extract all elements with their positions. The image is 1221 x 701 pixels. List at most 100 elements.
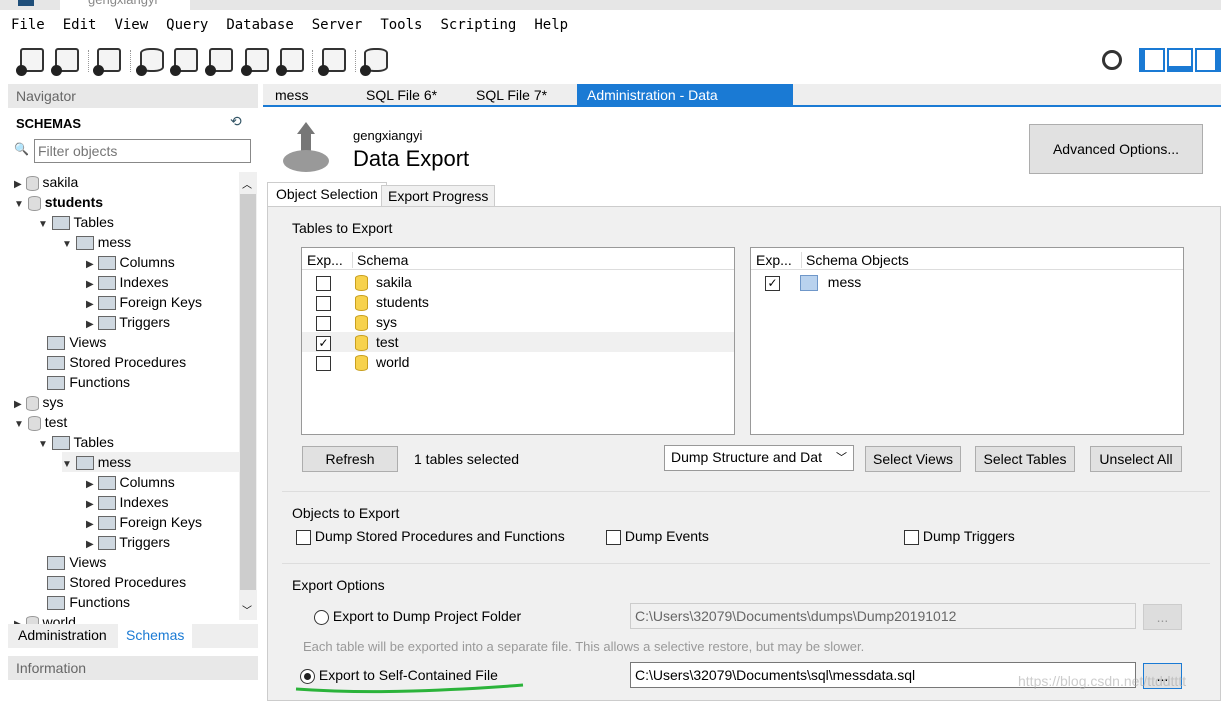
- refresh-schemas-icon[interactable]: ⟲: [230, 113, 242, 130]
- tree-item[interactable]: ▼ Tables: [38, 212, 114, 232]
- tab-sql-file-7[interactable]: SQL File 7*: [466, 84, 557, 106]
- column-header-export[interactable]: Exp...: [756, 252, 792, 268]
- export-to-folder-radio[interactable]: Export to Dump Project Folder: [314, 608, 521, 625]
- collapse-toggle-icon[interactable]: ▶: [86, 539, 94, 550]
- schema-checkbox[interactable]: ✓: [316, 335, 331, 351]
- expand-toggle-icon[interactable]: ▼: [38, 439, 48, 450]
- schema-checkbox[interactable]: [316, 275, 331, 291]
- menu-query[interactable]: Query: [166, 12, 208, 40]
- list-item[interactable]: ✓ mess: [755, 272, 861, 292]
- list-item[interactable]: world: [302, 352, 734, 372]
- toggle-sidebar-icon[interactable]: [1139, 48, 1165, 72]
- list-item[interactable]: sys: [302, 312, 734, 332]
- advanced-options-button[interactable]: Advanced Options...: [1029, 124, 1203, 174]
- toggle-secondary-sidebar-icon[interactable]: [1195, 48, 1221, 72]
- collapse-toggle-icon[interactable]: ▶: [86, 259, 94, 270]
- collapse-toggle-icon[interactable]: ▶: [86, 499, 94, 510]
- tree-item[interactable]: ▶ Indexes: [86, 272, 169, 292]
- select-tables-button[interactable]: Select Tables: [975, 446, 1075, 472]
- tree-item[interactable]: Functions: [38, 372, 130, 392]
- list-item[interactable]: students: [302, 292, 734, 312]
- tree-item[interactable]: ▶ Foreign Keys: [86, 512, 202, 532]
- tree-item[interactable]: ▶ sakila: [14, 172, 78, 192]
- expand-toggle-icon[interactable]: ▼: [62, 239, 72, 250]
- create-table-icon[interactable]: [170, 48, 198, 76]
- schema-checkbox[interactable]: [316, 355, 331, 371]
- expand-toggle-icon[interactable]: ▼: [14, 419, 24, 430]
- schema-checkbox[interactable]: [316, 295, 331, 311]
- collapse-toggle-icon[interactable]: [38, 359, 44, 370]
- filter-objects-input[interactable]: [34, 139, 251, 163]
- search-table-data-icon[interactable]: [318, 48, 346, 76]
- tab-mess[interactable]: mess: [265, 84, 318, 106]
- dump-mode-select[interactable]: Dump Structure and Dat ﹀: [664, 445, 854, 471]
- collapse-toggle-icon[interactable]: ▶: [86, 299, 94, 310]
- collapse-toggle-icon[interactable]: ▶: [86, 279, 94, 290]
- create-procedure-icon[interactable]: [241, 48, 269, 76]
- tree-item[interactable]: ▶ Indexes: [86, 492, 169, 512]
- new-sql-tab-icon[interactable]: [16, 48, 44, 76]
- folder-path-input[interactable]: C:\Users\32079\Documents\dumps\Dump20191…: [630, 603, 1136, 629]
- tree-item[interactable]: ▶ Triggers: [86, 312, 170, 332]
- tree-item[interactable]: ▼ mess: [62, 452, 242, 472]
- create-schema-icon[interactable]: [136, 48, 164, 76]
- tree-item[interactable]: Functions: [38, 592, 130, 612]
- subtab-object-selection[interactable]: Object Selection: [267, 182, 387, 207]
- menu-edit[interactable]: Edit: [63, 12, 97, 40]
- tree-item[interactable]: ▶ Columns: [86, 472, 175, 492]
- create-view-icon[interactable]: [205, 48, 233, 76]
- expand-toggle-icon[interactable]: ▼: [38, 219, 48, 230]
- tree-item[interactable]: ▼ students: [14, 192, 103, 212]
- tab-data-export[interactable]: Administration - Data Export✕: [577, 84, 793, 125]
- collapse-toggle-icon[interactable]: [38, 599, 44, 610]
- collapse-toggle-icon[interactable]: ▶: [14, 399, 22, 410]
- refresh-button[interactable]: Refresh: [302, 446, 398, 472]
- dump-events-checkbox[interactable]: Dump Events: [606, 528, 709, 545]
- menu-tools[interactable]: Tools: [380, 12, 422, 40]
- open-sql-file-icon[interactable]: [51, 48, 79, 76]
- browse-folder-button[interactable]: ...: [1143, 604, 1182, 630]
- expand-toggle-icon[interactable]: ▼: [14, 199, 24, 210]
- tree-item[interactable]: ▼ mess: [62, 232, 131, 252]
- tree-item[interactable]: ▶ Columns: [86, 252, 175, 272]
- unselect-all-button[interactable]: Unselect All: [1090, 446, 1182, 472]
- collapse-toggle-icon[interactable]: [38, 339, 44, 350]
- tree-item[interactable]: Stored Procedures: [38, 352, 186, 372]
- select-views-button[interactable]: Select Views: [865, 446, 961, 472]
- tree-item[interactable]: ▶ Foreign Keys: [86, 292, 202, 312]
- inspector-icon[interactable]: [93, 48, 121, 76]
- tree-scrollbar[interactable]: ︿ ﹀: [239, 172, 257, 620]
- tree-item[interactable]: Stored Procedures: [38, 572, 186, 592]
- list-item[interactable]: sakila: [302, 272, 734, 292]
- collapse-toggle-icon[interactable]: ▶: [86, 319, 94, 330]
- menu-server[interactable]: Server: [312, 12, 363, 40]
- tree-item[interactable]: Views: [38, 552, 106, 572]
- object-checkbox[interactable]: ✓: [765, 275, 780, 291]
- scrollbar-thumb[interactable]: [240, 194, 256, 590]
- menu-file[interactable]: File: [11, 12, 45, 40]
- menu-database[interactable]: Database: [226, 12, 293, 40]
- toggle-output-icon[interactable]: [1167, 48, 1193, 72]
- tab-sql-file-6[interactable]: SQL File 6*: [356, 84, 447, 106]
- tree-item[interactable]: ▶ sys: [14, 392, 63, 412]
- dump-triggers-checkbox[interactable]: Dump Triggers: [904, 528, 1015, 545]
- tree-item[interactable]: ▼ Tables: [38, 432, 114, 452]
- menu-help[interactable]: Help: [534, 12, 568, 40]
- dump-routines-checkbox[interactable]: Dump Stored Procedures and Functions: [296, 528, 565, 545]
- expand-toggle-icon[interactable]: ▼: [62, 459, 72, 470]
- column-header-schema[interactable]: Schema: [352, 252, 732, 268]
- schema-checkbox[interactable]: [316, 315, 331, 331]
- tab-administration[interactable]: Administration: [18, 627, 107, 643]
- column-header-export[interactable]: Exp...: [307, 252, 343, 268]
- collapse-toggle-icon[interactable]: [38, 559, 44, 570]
- menu-view[interactable]: View: [114, 12, 148, 40]
- collapse-toggle-icon[interactable]: ▶: [14, 179, 22, 190]
- collapse-toggle-icon[interactable]: [38, 579, 44, 590]
- collapse-toggle-icon[interactable]: [38, 379, 44, 390]
- column-header-schema-objects[interactable]: Schema Objects: [801, 252, 1181, 268]
- tab-schemas[interactable]: Schemas: [118, 624, 193, 648]
- tree-item[interactable]: ▼ test: [14, 412, 67, 432]
- menu-scripting[interactable]: Scripting: [440, 12, 516, 40]
- settings-icon[interactable]: [1102, 50, 1122, 70]
- collapse-toggle-icon[interactable]: ▶: [86, 519, 94, 530]
